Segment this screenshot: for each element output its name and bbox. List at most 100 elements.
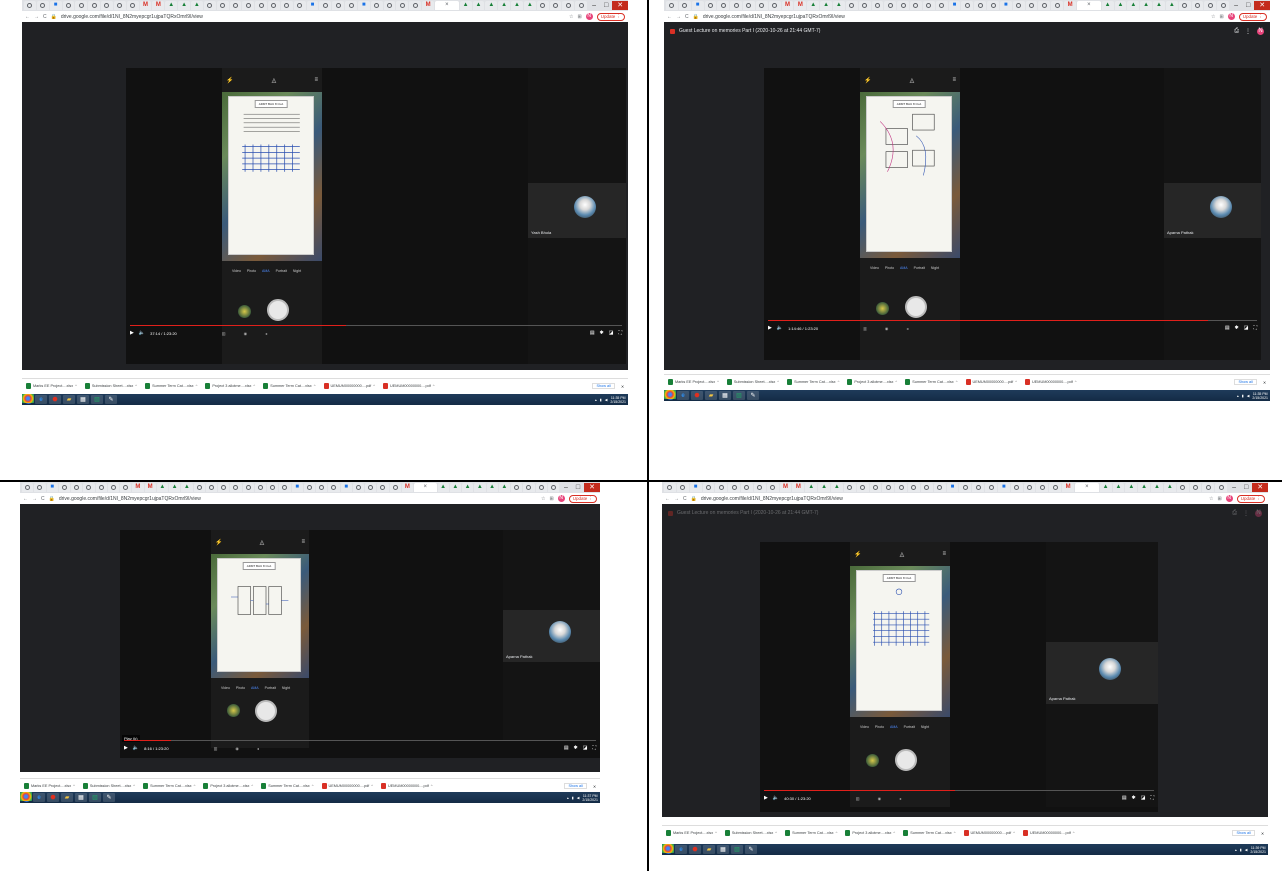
acrobat-taskbar-icon[interactable]: ⬣ bbox=[689, 845, 701, 854]
browser-tab[interactable]: ▲ bbox=[485, 1, 498, 10]
browser-tab[interactable] bbox=[1051, 1, 1064, 10]
browser-tab[interactable] bbox=[987, 1, 999, 10]
excel-taskbar-icon[interactable]: ▧ bbox=[733, 391, 745, 400]
browser-tab-active[interactable]: × bbox=[414, 483, 437, 492]
browser-tab[interactable] bbox=[741, 483, 753, 492]
tray-clock[interactable]: 11:35 PM 2/15/2021 bbox=[1252, 392, 1268, 400]
browser-tab[interactable]: ■ bbox=[946, 483, 959, 492]
browser-tab[interactable] bbox=[1176, 483, 1189, 492]
browser-tab[interactable]: ■ bbox=[306, 1, 319, 10]
chevron-up-icon[interactable]: ^ bbox=[135, 384, 137, 388]
browser-tab[interactable]: ▲ bbox=[474, 483, 486, 492]
browser-tab[interactable]: ▲ bbox=[459, 1, 472, 10]
print-icon[interactable]: ⎙ bbox=[1234, 28, 1239, 35]
browser-tab[interactable]: M bbox=[779, 483, 792, 492]
reload-icon[interactable]: C bbox=[685, 14, 689, 20]
ie-taskbar-icon[interactable]: e bbox=[33, 793, 45, 802]
reload-icon[interactable]: C bbox=[43, 14, 47, 20]
browser-tab[interactable] bbox=[113, 1, 126, 10]
browser-tab[interactable] bbox=[575, 1, 588, 10]
browser-tab[interactable] bbox=[702, 483, 715, 492]
profile-avatar[interactable]: N bbox=[1227, 13, 1235, 20]
browser-tab[interactable] bbox=[536, 1, 549, 10]
browser-tab[interactable]: ▲ bbox=[1151, 483, 1163, 492]
close-shelf-icon[interactable]: ✕ bbox=[593, 784, 596, 789]
browser-tab[interactable] bbox=[843, 483, 856, 492]
browser-tab[interactable] bbox=[352, 483, 364, 492]
browser-tab[interactable]: M bbox=[781, 1, 794, 10]
chevron-up-icon[interactable]: ^ bbox=[373, 384, 375, 388]
browser-tab[interactable]: ■ bbox=[46, 483, 58, 492]
chevron-up-icon[interactable]: ^ bbox=[715, 831, 717, 835]
video-player[interactable]: ⚡ ◬ ≡ ADMT BAU 8 CLA Video Photo AMA Portra… bbox=[120, 530, 600, 758]
browser-tab[interactable] bbox=[370, 1, 383, 10]
more-icon[interactable]: ⋮ bbox=[1245, 28, 1251, 35]
download-item[interactable]: UEMUM00000000....pdf ^ bbox=[381, 783, 433, 789]
close-shelf-icon[interactable]: ✕ bbox=[1263, 380, 1266, 385]
chevron-up-icon[interactable]: ^ bbox=[717, 380, 719, 384]
chevron-up-icon[interactable]: ^ bbox=[893, 831, 895, 835]
browser-tab[interactable]: ▲ bbox=[1099, 483, 1112, 492]
browser-tab[interactable] bbox=[974, 1, 987, 10]
maximize-icon[interactable]: □ bbox=[600, 1, 612, 10]
browser-tab[interactable] bbox=[959, 483, 972, 492]
browser-tab[interactable] bbox=[36, 1, 49, 10]
profile-avatar[interactable]: N bbox=[1225, 495, 1233, 502]
browser-tab[interactable]: M bbox=[794, 1, 807, 10]
browser-tab[interactable] bbox=[279, 483, 291, 492]
chevron-up-icon[interactable]: ^ bbox=[1015, 380, 1017, 384]
download-item[interactable]: Submission Sheet....xlsx ^ bbox=[82, 783, 135, 789]
extensions-icon[interactable]: ⊞ bbox=[1220, 14, 1224, 20]
browser-tab[interactable] bbox=[1038, 1, 1051, 10]
volume-icon[interactable]: 🔈 bbox=[133, 745, 139, 751]
browser-tab[interactable] bbox=[409, 1, 422, 10]
browser-tab[interactable]: ▲ bbox=[1114, 1, 1127, 10]
download-item[interactable]: Project 3 allotme....xlsx ^ bbox=[845, 830, 895, 836]
speaker-icon[interactable]: ◀ bbox=[605, 398, 608, 402]
star-icon[interactable]: ☆ bbox=[541, 496, 545, 502]
browser-tab[interactable] bbox=[676, 483, 689, 492]
browser-tab[interactable] bbox=[562, 1, 575, 10]
address-bar[interactable]: drive.google.com/file/d/1NI_8N2myepcgr1u… bbox=[703, 14, 845, 20]
browser-tab[interactable]: ▲ bbox=[498, 483, 510, 492]
browser-tab[interactable]: M bbox=[139, 1, 152, 10]
tray-clock[interactable]: 11:39 PM 2/15/2021 bbox=[1250, 846, 1266, 854]
chevron-up-icon[interactable]: ^ bbox=[838, 380, 840, 384]
browser-tab[interactable] bbox=[1217, 1, 1230, 10]
browser-tab[interactable] bbox=[1204, 1, 1217, 10]
explorer-taskbar-icon[interactable]: ▰ bbox=[705, 391, 717, 400]
browser-tab[interactable] bbox=[1191, 1, 1204, 10]
browser-tab[interactable] bbox=[71, 483, 83, 492]
reload-icon[interactable]: C bbox=[683, 496, 687, 502]
download-item[interactable]: Marks EE Project....xlsx ^ bbox=[26, 383, 77, 389]
maximize-icon[interactable]: □ bbox=[572, 483, 584, 492]
browser-tab[interactable] bbox=[303, 483, 315, 492]
browser-tab[interactable] bbox=[83, 483, 95, 492]
browser-tab[interactable] bbox=[884, 1, 897, 10]
viewer-avatar[interactable]: N bbox=[1257, 27, 1264, 35]
browser-tab[interactable] bbox=[869, 483, 882, 492]
browser-tab[interactable]: ▲ bbox=[498, 1, 511, 10]
browser-tab[interactable]: ▲ bbox=[1101, 1, 1114, 10]
browser-tab[interactable] bbox=[985, 483, 997, 492]
browser-tab[interactable] bbox=[961, 1, 974, 10]
download-item[interactable]: Summer Term Cat....xlsx ^ bbox=[785, 830, 837, 836]
browser-tab[interactable]: ▲ bbox=[181, 483, 193, 492]
progress-bar[interactable] bbox=[130, 325, 622, 326]
back-icon[interactable]: ← bbox=[667, 14, 672, 20]
chevron-up-icon[interactable]: ^ bbox=[312, 784, 314, 788]
settings-icon[interactable]: ✱ bbox=[1132, 795, 1136, 801]
browser-tab[interactable] bbox=[107, 483, 119, 492]
acrobat-taskbar-icon[interactable]: ⬣ bbox=[691, 391, 703, 400]
browser-tab[interactable] bbox=[704, 1, 717, 10]
acrobat-taskbar-icon[interactable]: ⬣ bbox=[47, 793, 59, 802]
explorer-taskbar-icon[interactable]: ▰ bbox=[703, 845, 715, 854]
browser-tab[interactable]: ▲ bbox=[449, 483, 461, 492]
browser-tab[interactable]: ■ bbox=[997, 483, 1010, 492]
download-item[interactable]: UEMUM00000000....pdf ^ bbox=[965, 379, 1017, 385]
download-item[interactable]: Submission Sheet....xlsx ^ bbox=[726, 379, 779, 385]
browser-tab[interactable] bbox=[728, 483, 741, 492]
video-player[interactable]: ⚡ ◬ ≡ ADMT BAU 8 CLA Video Photo AMA Portra… bbox=[764, 68, 1261, 360]
browser-tab[interactable] bbox=[845, 1, 858, 10]
play-icon[interactable]: ▶ bbox=[130, 330, 134, 336]
